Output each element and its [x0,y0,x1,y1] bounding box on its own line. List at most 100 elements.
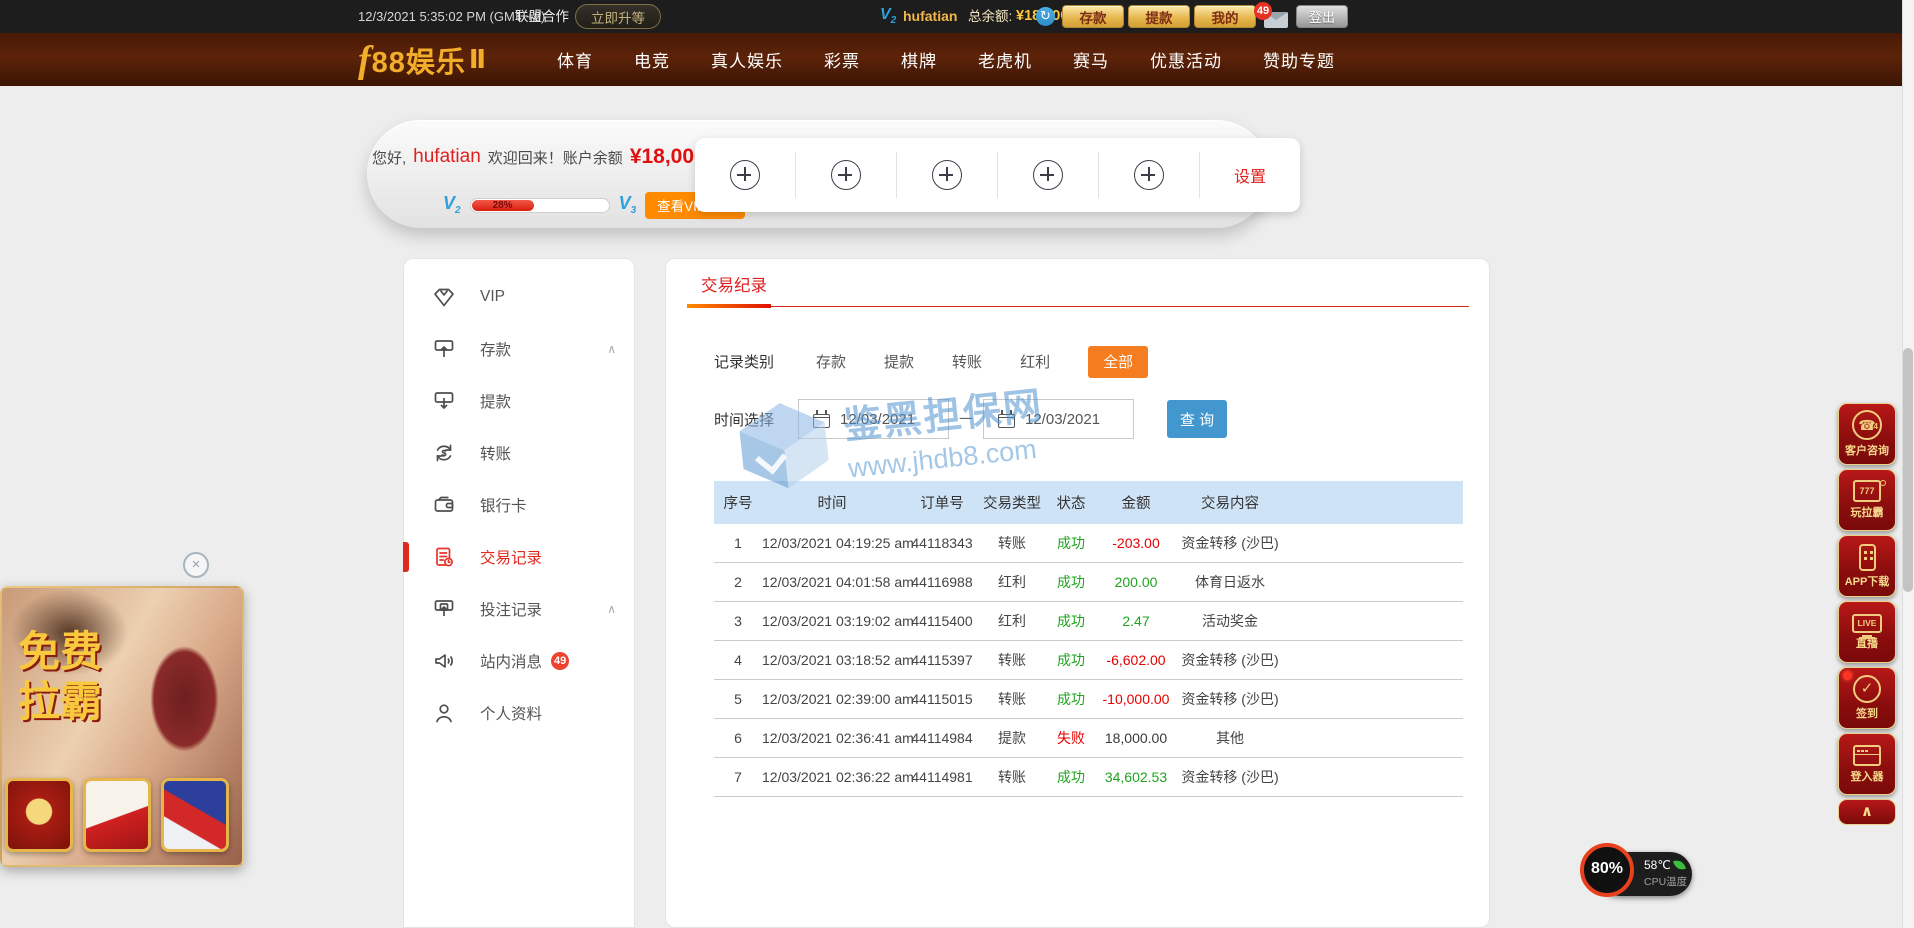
scrollbar-thumb[interactable] [1903,348,1913,592]
nav-slots[interactable]: 老虎机 [978,47,1032,72]
promo-thumbnail-3[interactable] [161,778,229,852]
floating-sidebar: ☎24 客户咨询 777 玩拉霸 APP下载 LIVE 直播 ✓ 签到 登入器 … [1838,403,1896,825]
float-live-stream[interactable]: LIVE 直播 [1838,601,1896,663]
quick-add-slot-3[interactable] [897,152,998,198]
quick-add-slot-4[interactable] [998,152,1099,198]
date-from-value: 12/03/2021 [840,411,915,428]
nav-sports[interactable]: 体育 [557,47,593,72]
cell-status: 成功 [1042,572,1100,592]
cell-type: 红利 [982,572,1042,592]
sidebar-item-profile[interactable]: 个人资料 [404,687,634,739]
nav-sponsorship[interactable]: 赞助专题 [1263,47,1335,72]
site-logo[interactable]: f 88娱乐 Ⅱ [358,33,486,86]
search-button[interactable]: 查 询 [1167,400,1227,438]
tab-transaction-records[interactable]: 交易纪录 [701,272,767,296]
check-in-icon: ✓ [1853,675,1881,703]
promo-close-icon[interactable]: × [183,552,209,578]
wallet-icon [432,493,456,517]
cell-detail: 资金转移 (沙巴) [1172,767,1288,787]
collapse-floatbar-button[interactable]: ∧ [1838,799,1896,825]
topbar-username: hufatian [903,0,957,33]
filter-transfer[interactable]: 转账 [952,351,982,372]
nav-live-casino[interactable]: 真人娱乐 [711,47,783,72]
transactions-table: 序号 时间 订单号 交易类型 状态 金额 交易内容 1 12/03/2021 0… [714,481,1463,797]
col-header-time: 时间 [762,492,902,513]
quick-add-slot-5[interactable] [1099,152,1200,198]
deposit-button[interactable]: 存款 [1062,5,1124,28]
sidebar-item-betting-records[interactable]: 投注记录 ∧ [404,583,634,635]
cell-type: 红利 [982,611,1042,631]
date-from-input[interactable]: 12/03/2021 [798,399,949,439]
float-check-in[interactable]: ✓ 签到 [1838,667,1896,729]
quick-add-slot-1[interactable] [695,152,796,198]
plus-circle-icon [1134,160,1164,190]
date-to-input[interactable]: 12/03/2021 [983,399,1134,439]
sidebar-label: 投注记录 [480,598,542,620]
promo-thumbnail-2[interactable] [83,778,151,852]
nav-esports[interactable]: 电竞 [634,47,670,72]
cell-status: 成功 [1042,689,1100,709]
promo-popup[interactable]: 免费 拉霸 [0,586,244,867]
table-row: 3 12/03/2021 03:19:02 am 44115400 红利 成功 … [714,602,1463,641]
nav-board-games[interactable]: 棋牌 [901,47,937,72]
vip-progress-bar: 28% [470,198,610,213]
settings-button[interactable]: 设置 [1200,152,1300,198]
calendar-icon [998,414,1015,428]
withdraw-button[interactable]: 提款 [1128,5,1190,28]
float-customer-service[interactable]: ☎24 客户咨询 [1838,403,1896,465]
table-row: 5 12/03/2021 02:39:00 am 44115015 转账 成功 … [714,680,1463,719]
mail-icon[interactable]: 49 [1264,12,1288,28]
cell-detail: 资金转移 (沙巴) [1172,533,1288,553]
cell-detail: 资金转移 (沙巴) [1172,689,1288,709]
balance-label: 总余额: [968,0,1012,33]
nav-lottery[interactable]: 彩票 [824,47,860,72]
sidebar-item-withdraw[interactable]: 提款 [404,375,634,427]
refresh-balance-icon[interactable]: ↻ [1036,7,1055,26]
cpu-temp-label: CPU温度 [1644,874,1687,889]
sidebar-item-messages[interactable]: 站内消息 49 [404,635,634,687]
cell-time: 12/03/2021 02:36:22 am [762,769,902,785]
filter-deposit[interactable]: 存款 [816,351,846,372]
float-launcher[interactable]: 登入器 [1838,733,1896,795]
cell-order: 44114984 [902,730,982,746]
filter-all-active[interactable]: 全部 [1088,346,1148,378]
quick-add-slot-2[interactable] [796,152,897,198]
filter-bonus[interactable]: 红利 [1020,351,1050,372]
cell-time: 12/03/2021 03:19:02 am [762,613,902,629]
cell-type: 转账 [982,650,1042,670]
sidebar-item-deposit[interactable]: 存款 ∧ [404,323,634,375]
cell-time: 12/03/2021 02:39:00 am [762,691,902,707]
alliance-link[interactable]: 联盟合作 [515,0,569,33]
logout-button[interactable]: 登出 [1296,5,1348,28]
cell-no: 4 [714,652,762,668]
sidebar-item-transaction-records[interactable]: 交易记录 [404,531,634,583]
table-row: 2 12/03/2021 04:01:58 am 44116988 红利 成功 … [714,563,1463,602]
tab-active-underline [687,304,771,308]
transaction-records-panel: 交易纪录 记录类别 存款 提款 转账 红利 全部 时间选择 12/03/2021… [665,258,1490,928]
float-slots[interactable]: 777 玩拉霸 [1838,469,1896,531]
float-app-download[interactable]: APP下载 [1838,535,1896,597]
sidebar-item-transfer[interactable]: $ 转账 [404,427,634,479]
cell-order: 44115015 [902,691,982,707]
col-header-status: 状态 [1042,492,1100,513]
greeting-prefix: 您好, [372,147,406,168]
plus-circle-icon [730,160,760,190]
sidebar-item-bank-card[interactable]: 银行卡 [404,479,634,531]
chevron-up-icon[interactable]: ∧ [607,342,616,356]
navbar: f 88娱乐 Ⅱ 体育 电竞 真人娱乐 彩票 棋牌 老虎机 赛马 优惠活动 赞助… [0,33,1914,86]
upgrade-button[interactable]: 立即升等 [575,4,661,29]
cell-status: 失败 [1042,728,1100,748]
cell-time: 12/03/2021 02:36:41 am [762,730,902,746]
sidebar-item-vip[interactable]: VIP [404,271,634,323]
nav-promotions[interactable]: 优惠活动 [1150,47,1222,72]
table-row: 7 12/03/2021 02:36:22 am 44114981 转账 成功 … [714,758,1463,797]
nav-horse-racing[interactable]: 赛马 [1073,47,1109,72]
promo-thumbnail-1[interactable] [5,778,73,852]
chevron-up-icon[interactable]: ∧ [607,602,616,616]
date-to-value: 12/03/2021 [1025,411,1100,428]
cell-order: 44115400 [902,613,982,629]
filter-withdraw[interactable]: 提款 [884,351,914,372]
table-header-row: 序号 时间 订单号 交易类型 状态 金额 交易内容 [714,481,1463,524]
mine-button[interactable]: 我的 [1194,5,1256,28]
cell-detail: 体育日返水 [1172,572,1288,592]
